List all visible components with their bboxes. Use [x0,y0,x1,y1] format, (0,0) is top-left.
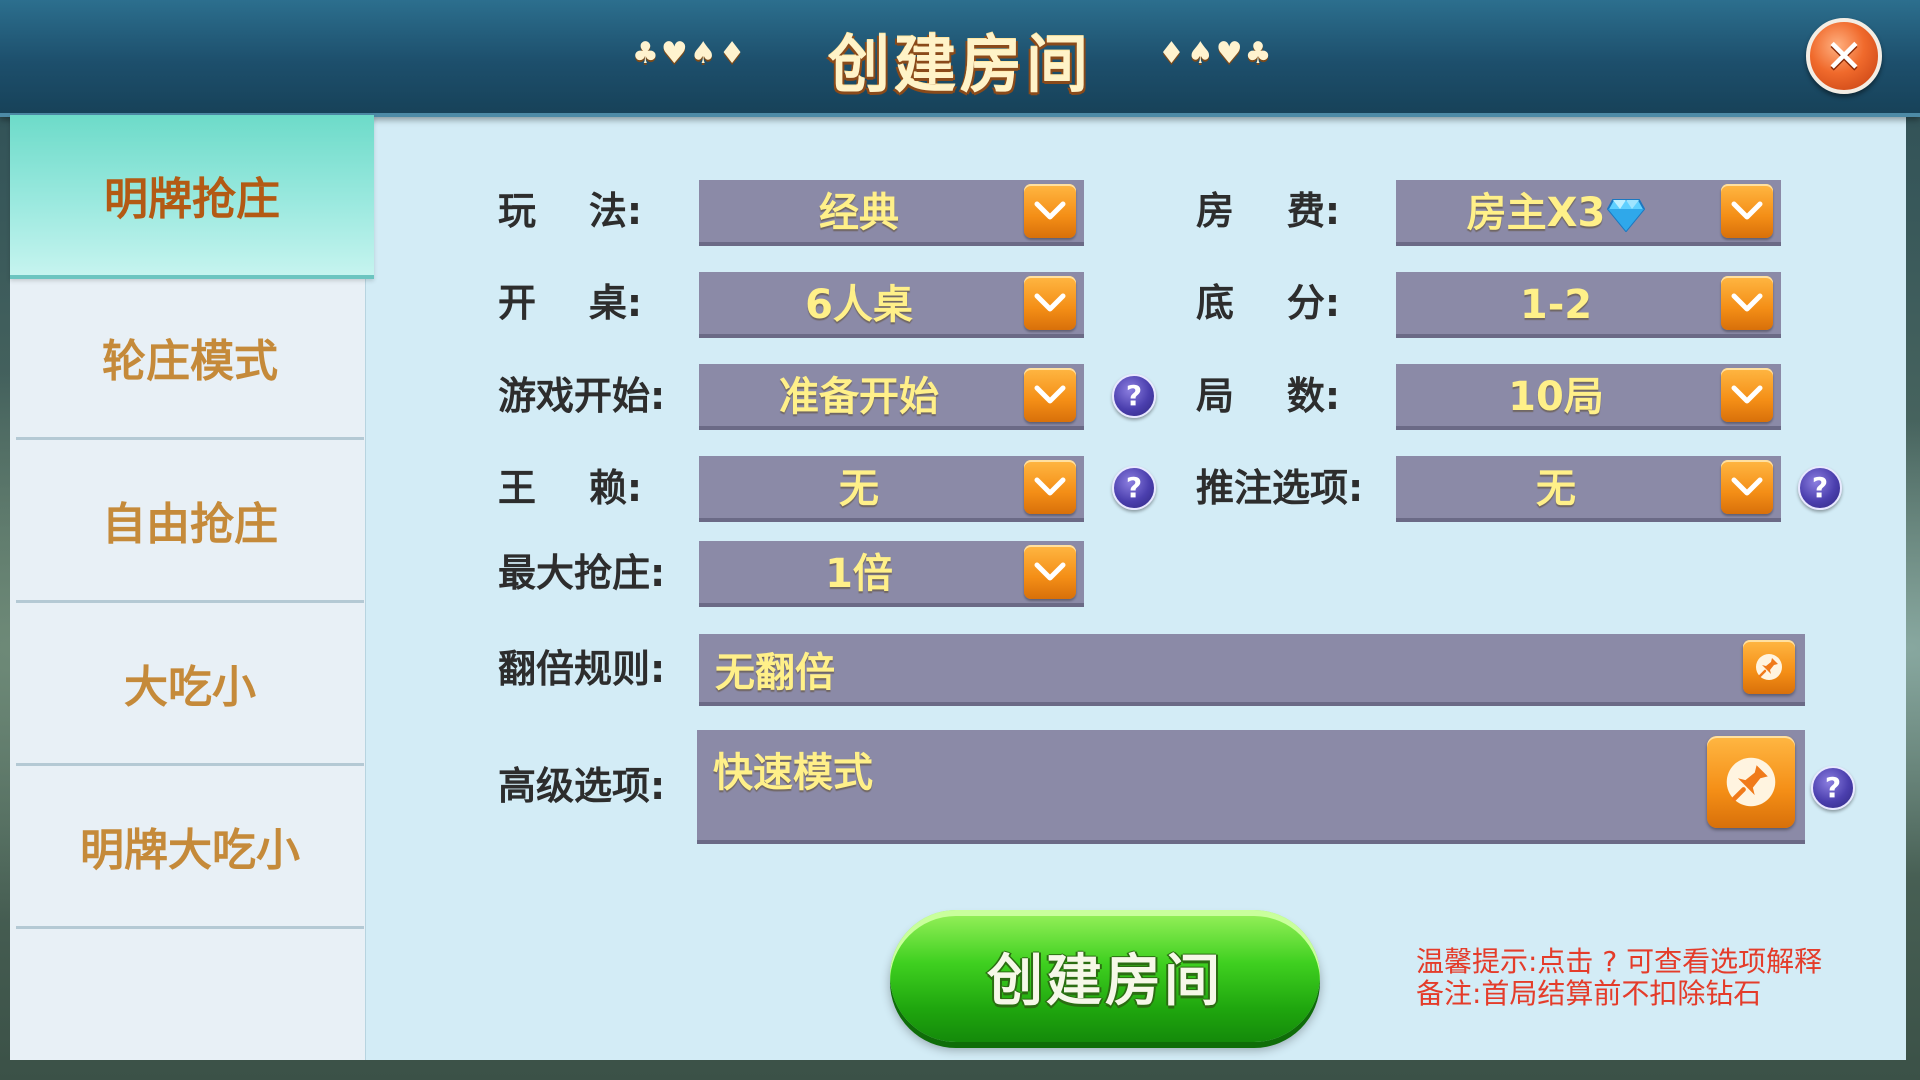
chevron-down-icon[interactable] [1024,368,1076,422]
page-title: 创建房间 [827,28,1092,101]
note-line: 备注:首局结算前不扣除钻石 [1416,977,1762,1010]
play-label: 玩 法: [498,189,643,233]
fee-value: 房主X3 [1466,190,1606,236]
chevron-down-icon[interactable] [1024,545,1076,599]
diamond-icon [1607,199,1646,232]
chevron-down-icon[interactable] [1721,368,1773,422]
table-select[interactable]: 6人桌 [699,272,1084,338]
tab-ziyou-qiangzhuang[interactable]: 自由抢庄 [16,440,364,603]
wild-select[interactable]: 无 [699,456,1084,522]
wild-help-icon[interactable]: ? [1112,466,1156,510]
advanced-label: 高级选项: [498,764,666,808]
advanced-value: 快速模式 [713,750,873,796]
double-rule-value: 无翻倍 [715,650,835,696]
fee-label: 房 费: [1196,189,1341,233]
fee-select[interactable]: 房主X3 [1396,180,1781,246]
tab-lunzhuang-mode[interactable]: 轮庄模式 [16,277,364,440]
tab-label: 自由抢庄 [102,499,278,550]
push-bet-label: 推注选项: [1196,466,1364,510]
game-start-value: 准备开始 [779,374,939,420]
advanced-help-icon[interactable]: ? [1811,766,1855,810]
push-bet-help-icon[interactable]: ? [1798,466,1842,510]
double-rule-field[interactable]: 无翻倍 [699,634,1805,706]
push-bet-select[interactable]: 无 [1396,456,1781,522]
wild-label: 王 赖: [498,466,643,510]
rounds-label: 局 数: [1196,374,1341,418]
tab-label: 明牌抢庄 [104,174,280,225]
close-icon: ✕ [1824,29,1864,83]
chevron-down-icon[interactable] [1721,460,1773,514]
rounds-select[interactable]: 10局 [1396,364,1781,430]
tab-label: 明牌大吃小 [80,825,300,876]
rounds-value: 10局 [1508,374,1604,420]
create-room-button[interactable]: 创建房间 [890,910,1320,1042]
tab-mingpai-dachixiao[interactable]: 明牌大吃小 [16,766,364,929]
wild-value: 无 [839,466,879,512]
title-bar: ♣♥♠♦ 创建房间 ♦♠♥♣ ✕ [0,0,1920,117]
mode-sidebar: 明牌抢庄 轮庄模式 自由抢庄 大吃小 明牌大吃小 [10,115,374,1060]
chevron-down-icon[interactable] [1024,460,1076,514]
table-label: 开 桌: [498,281,643,325]
chevron-down-icon[interactable] [1721,184,1773,238]
max-grab-label: 最大抢庄: [498,551,666,595]
max-grab-select[interactable]: 1倍 [699,541,1084,607]
tab-label: 大吃小 [124,662,256,713]
fee-value-wrap: 房主X3 [1396,180,1716,246]
chevron-down-icon[interactable] [1024,184,1076,238]
play-value: 经典 [819,190,899,236]
close-button[interactable]: ✕ [1806,18,1882,94]
tab-label: 轮庄模式 [102,336,278,387]
play-select[interactable]: 经典 [699,180,1084,246]
double-rule-label: 翻倍规则: [498,647,666,691]
tab-mingpai-qiangzhuang[interactable]: 明牌抢庄 [10,115,374,279]
suits-decoration-right: ♦♠♥♣ [1158,36,1274,71]
max-grab-value: 1倍 [825,551,893,597]
base-score-label: 底 分: [1196,281,1341,325]
pin-icon[interactable] [1743,640,1795,694]
base-score-value: 1-2 [1519,282,1593,328]
pin-icon[interactable] [1707,736,1795,828]
table-value: 6人桌 [805,282,913,328]
tab-dachixiao[interactable]: 大吃小 [16,603,364,766]
game-start-help-icon[interactable]: ? [1112,374,1156,418]
chevron-down-icon[interactable] [1721,276,1773,330]
advanced-field[interactable]: 快速模式 [697,730,1805,844]
chevron-down-icon[interactable] [1024,276,1076,330]
game-start-label: 游戏开始: [498,374,666,418]
game-start-select[interactable]: 准备开始 [699,364,1084,430]
base-score-select[interactable]: 1-2 [1396,272,1781,338]
push-bet-value: 无 [1536,466,1576,512]
